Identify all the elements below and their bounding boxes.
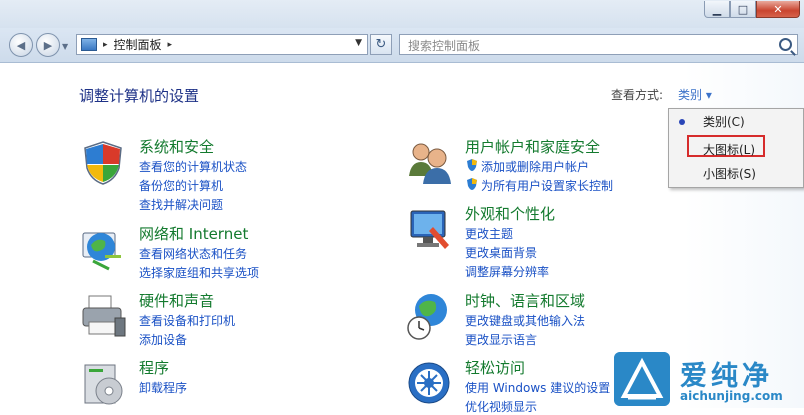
link-display-language[interactable]: 更改显示语言: [465, 331, 537, 348]
watermark-url: aichunjing.com: [680, 389, 783, 403]
search-input[interactable]: 搜索控制面板: [399, 34, 798, 55]
link-view-computer-status[interactable]: 查看您的计算机状态: [139, 158, 247, 175]
title-bar: ▁ □ ✕: [0, 0, 804, 28]
uac-shield-icon: [467, 159, 477, 171]
breadcrumb-control-panel[interactable]: 控制面板: [114, 36, 162, 53]
page-title: 调整计算机的设置: [79, 87, 200, 105]
link-uninstall-program[interactable]: 卸载程序: [139, 379, 187, 396]
control-panel-icon: [81, 38, 97, 51]
recent-pages-dropdown[interactable]: ▼: [62, 42, 68, 51]
category-title-hardware-sound[interactable]: 硬件和声音: [139, 290, 214, 311]
view-by-menu: 类别(C) 大图标(L) 小图标(S): [668, 108, 804, 188]
menu-item-small-icons[interactable]: 小图标(S): [703, 165, 756, 182]
watermark-text: 爱纯净: [680, 361, 773, 392]
close-button[interactable]: ✕: [756, 1, 800, 18]
category-title-appearance[interactable]: 外观和个性化: [465, 203, 555, 224]
link-optimize-display[interactable]: 优化视频显示: [465, 398, 537, 415]
shield-icon: [84, 141, 122, 185]
uac-shield-icon: [467, 178, 477, 190]
link-add-device[interactable]: 添加设备: [139, 331, 187, 348]
link-troubleshoot[interactable]: 查找并解决问题: [139, 196, 223, 213]
link-parental-controls[interactable]: 为所有用户设置家长控制: [481, 177, 613, 194]
refresh-icon: ↻: [375, 37, 387, 52]
back-button[interactable]: ◀: [9, 33, 33, 57]
link-network-status[interactable]: 查看网络状态和任务: [139, 245, 247, 262]
menu-item-large-icons[interactable]: 大图标(L): [703, 141, 755, 158]
back-arrow-icon: ◀: [16, 38, 26, 52]
refresh-button[interactable]: ↻: [370, 34, 392, 55]
breadcrumb-separator[interactable]: ▸: [103, 40, 108, 50]
network-globe-icon: [82, 232, 121, 271]
forward-button[interactable]: ▶: [36, 33, 60, 57]
window-controls: ▁ □ ✕: [704, 1, 800, 18]
link-backup-computer[interactable]: 备份您的计算机: [139, 177, 223, 194]
search-icon[interactable]: [779, 38, 792, 51]
menu-item-category[interactable]: 类别(C): [703, 113, 745, 130]
clock-globe-icon: [407, 294, 447, 340]
forward-arrow-icon: ▶: [43, 38, 53, 52]
navigation-bar: ◀ ▶ ▼ ▸ 控制面板 ▸ ▼ ↻ 搜索控制面板: [0, 28, 804, 63]
link-recommended-settings[interactable]: 使用 Windows 建议的设置: [465, 379, 610, 396]
printer-icon: [82, 295, 126, 337]
link-homegroup-sharing[interactable]: 选择家庭组和共享选项: [139, 264, 259, 281]
breadcrumb-separator[interactable]: ▸: [168, 40, 173, 50]
link-screen-resolution[interactable]: 调整屏幕分辨率: [465, 263, 549, 280]
category-title-system-security[interactable]: 系统和安全: [139, 136, 214, 157]
address-box[interactable]: ▸ 控制面板 ▸ ▼: [76, 34, 368, 55]
link-change-theme[interactable]: 更改主题: [465, 225, 513, 242]
search-placeholder: 搜索控制面板: [408, 39, 481, 53]
link-devices-printers[interactable]: 查看设备和打印机: [139, 312, 235, 329]
link-add-remove-accounts[interactable]: 添加或删除用户帐户: [481, 158, 589, 175]
category-title-user-accounts[interactable]: 用户帐户和家庭安全: [465, 136, 600, 157]
view-by-dropdown[interactable]: 类别 ▾: [678, 86, 712, 103]
view-by-label: 查看方式:: [611, 88, 664, 102]
users-icon: [409, 143, 451, 184]
programs-icon: [84, 364, 123, 405]
minimize-button[interactable]: ▁: [704, 1, 730, 18]
category-title-network-internet[interactable]: 网络和 Internet: [139, 223, 248, 244]
category-title-ease-of-access[interactable]: 轻松访问: [465, 357, 525, 378]
ease-of-access-icon: [408, 362, 450, 404]
address-dropdown-icon[interactable]: ▼: [355, 38, 362, 48]
monitor-icon: [410, 210, 449, 249]
link-desktop-background[interactable]: 更改桌面背景: [465, 244, 537, 261]
category-title-programs[interactable]: 程序: [139, 357, 169, 378]
selected-bullet-icon: [679, 119, 685, 125]
watermark-logo-icon: [614, 352, 670, 406]
maximize-button[interactable]: □: [730, 1, 756, 18]
link-keyboard-input[interactable]: 更改键盘或其他输入法: [465, 312, 585, 329]
watermark: 爱纯净 aichunjing.com: [612, 352, 802, 408]
category-title-clock-language-region[interactable]: 时钟、语言和区域: [465, 290, 585, 311]
